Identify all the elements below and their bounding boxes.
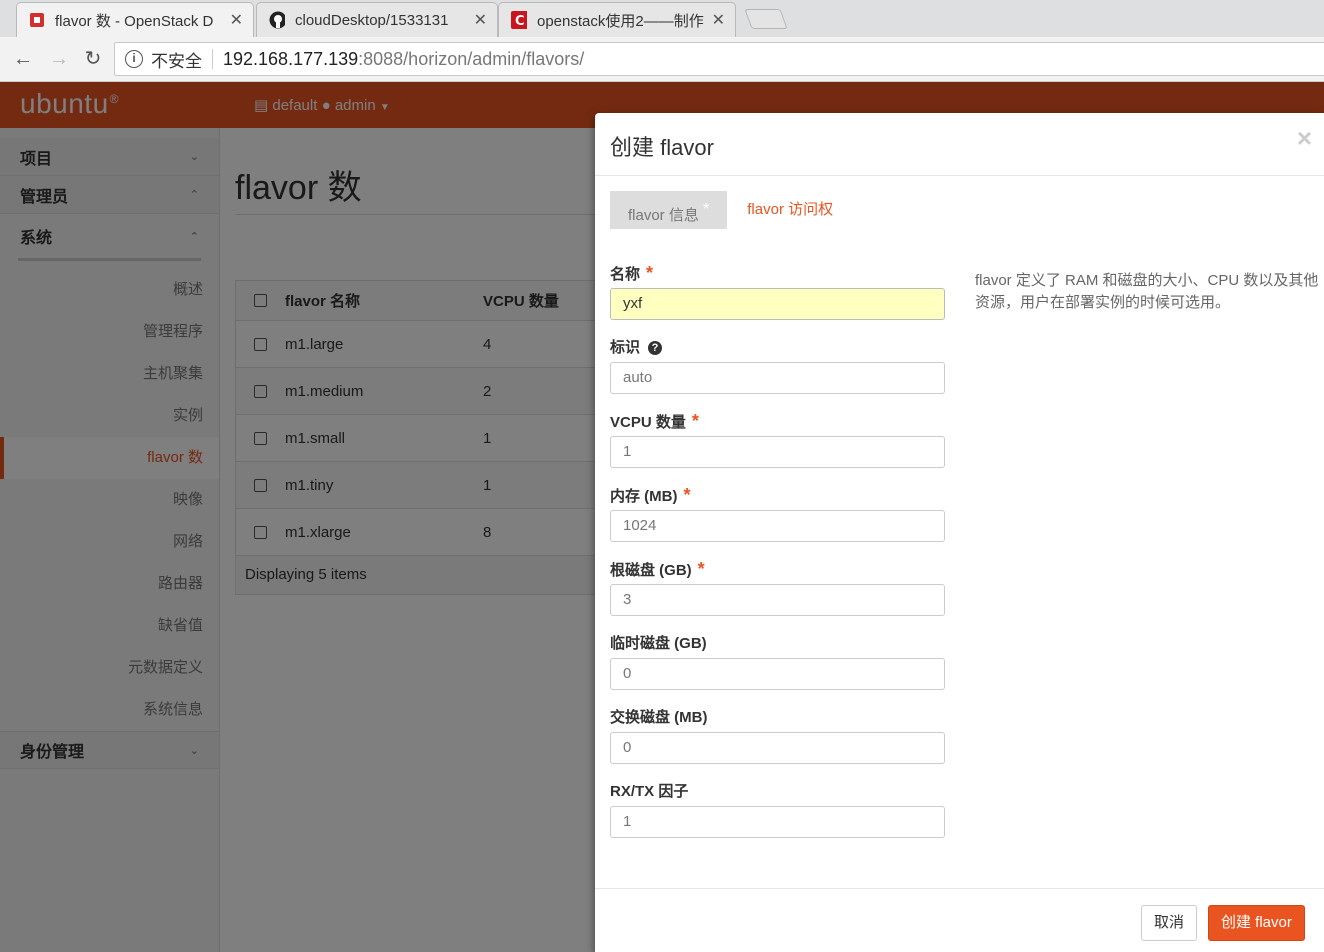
field-label: 名称: [610, 266, 641, 283]
disk-input[interactable]: 3: [610, 584, 945, 616]
field-label: 标识: [610, 339, 641, 356]
divider: [212, 49, 213, 69]
field-label: 交换磁盘 (MB): [610, 709, 708, 726]
security-label: 不安全: [151, 51, 202, 71]
back-icon[interactable]: ←: [10, 47, 36, 73]
browser-tab-csdn[interactable]: C openstack使用2——制作 ✕: [498, 2, 736, 37]
ram-input[interactable]: 1024: [610, 510, 945, 542]
help-icon[interactable]: ?: [648, 341, 663, 356]
required-asterisk-icon: *: [683, 485, 691, 505]
create-flavor-modal: 创建 flavor × flavor 信息 * flavor 访问权 名称 * y…: [595, 113, 1324, 952]
field-label: VCPU 数量: [610, 414, 686, 431]
field-ephemeral: 临时磁盘 (GB) 0: [610, 629, 945, 690]
address-bar[interactable]: i 不安全 192.168.177.139:8088/horizon/admin…: [114, 42, 1324, 76]
required-asterisk-icon: *: [697, 559, 705, 579]
name-input[interactable]: yxf: [610, 288, 945, 320]
url-path: :8088/horizon/admin/flavors/: [358, 48, 585, 69]
tab-title: flavor 数 - OpenStack D: [55, 12, 214, 30]
field-disk: 根磁盘 (GB) * 3: [610, 555, 945, 616]
rxtx-input[interactable]: 1: [610, 806, 945, 838]
ephemeral-input[interactable]: 0: [610, 658, 945, 690]
modal-header: 创建 flavor ×: [595, 113, 1324, 176]
field-id: 标识? auto: [610, 333, 945, 394]
field-label: 临时磁盘 (GB): [610, 635, 707, 652]
tab-flavor-access[interactable]: flavor 访问权: [727, 191, 851, 229]
field-ram: 内存 (MB) * 1024: [610, 481, 945, 542]
reload-icon[interactable]: ↻: [80, 47, 106, 73]
browser-tab-openstack[interactable]: flavor 数 - OpenStack D ✕: [16, 2, 254, 37]
flavor-form: 名称 * yxf 标识? auto VCPU 数量 * 1 内存 (MB) * 102…: [610, 259, 945, 851]
forward-icon[interactable]: →: [46, 47, 72, 73]
create-flavor-button[interactable]: 创建 flavor: [1208, 905, 1305, 941]
tab-flavor-info[interactable]: flavor 信息 *: [610, 191, 728, 229]
csdn-icon: C: [511, 11, 527, 29]
close-tab-icon[interactable]: ✕: [474, 10, 487, 30]
modal-footer: 取消 创建 flavor: [595, 888, 1324, 952]
url-host: 192.168.177.139: [223, 48, 359, 69]
tab-title: openstack使用2——制作: [537, 12, 704, 30]
close-tab-icon[interactable]: ✕: [712, 10, 725, 30]
tab-label: flavor 信息: [628, 207, 699, 224]
close-tab-icon[interactable]: ✕: [230, 10, 243, 30]
github-icon: [269, 11, 285, 29]
field-swap: 交换磁盘 (MB) 0: [610, 703, 945, 764]
modal-tabs: flavor 信息 * flavor 访问权: [610, 191, 851, 229]
field-vcpu: VCPU 数量 * 1: [610, 407, 945, 468]
browser-tab-bar: flavor 数 - OpenStack D ✕ cloudDesktop/15…: [0, 0, 1324, 37]
vcpu-input[interactable]: 1: [610, 436, 945, 468]
required-asterisk-icon: *: [646, 263, 654, 283]
field-label: 根磁盘 (GB): [610, 562, 692, 579]
cancel-button[interactable]: 取消: [1141, 905, 1198, 941]
field-label: RX/TX 因子: [610, 783, 689, 800]
field-name: 名称 * yxf: [610, 259, 945, 320]
help-text: flavor 定义了 RAM 和磁盘的大小、CPU 数以及其他资源，用户在部署实…: [975, 272, 1319, 311]
close-icon[interactable]: ×: [1297, 123, 1312, 154]
id-input[interactable]: auto: [610, 362, 945, 394]
modal-title: 创建 flavor: [610, 135, 714, 160]
field-label: 内存 (MB): [610, 488, 678, 505]
openstack-icon: [29, 12, 45, 28]
required-marker: *: [703, 201, 710, 218]
svg-text:C: C: [515, 14, 525, 29]
required-asterisk-icon: *: [691, 411, 699, 431]
new-tab-button[interactable]: [744, 9, 788, 29]
info-icon[interactable]: i: [125, 50, 143, 68]
browser-toolbar: ← → ↻ i 不安全 192.168.177.139:8088/horizon…: [0, 37, 1324, 82]
field-rxtx: RX/TX 因子 1: [610, 777, 945, 838]
tab-title: cloudDesktop/1533131: [295, 11, 449, 29]
browser-tab-github[interactable]: cloudDesktop/1533131 ✕: [256, 2, 498, 37]
swap-input[interactable]: 0: [610, 732, 945, 764]
